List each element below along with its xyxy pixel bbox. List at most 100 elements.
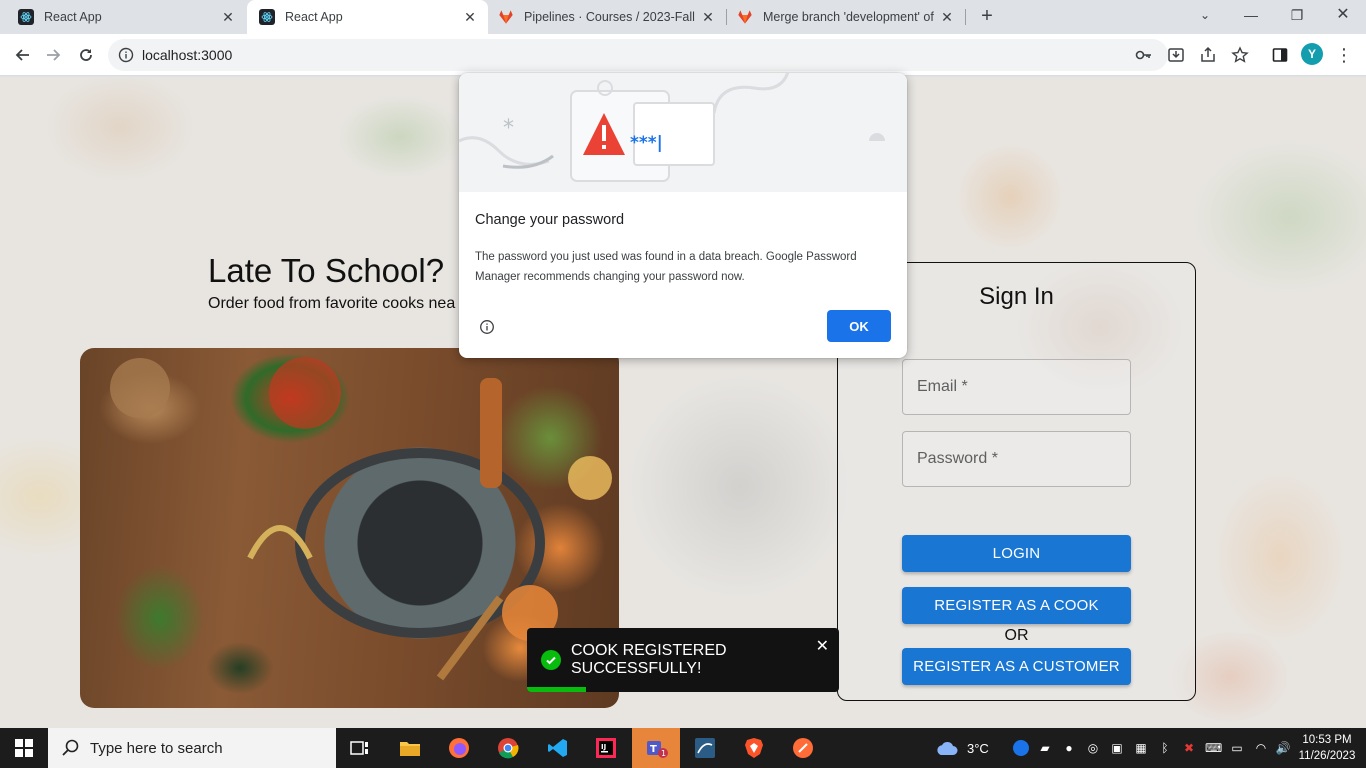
close-tab-icon[interactable]: ✕	[937, 9, 957, 26]
tray-app-icon[interactable]	[1013, 740, 1029, 756]
tab-react-app-1[interactable]: React App ✕	[0, 0, 246, 34]
password-breach-illustration: * ***|	[459, 73, 907, 192]
gitlab-icon	[737, 9, 753, 25]
svg-text:*: *	[503, 116, 514, 141]
tray-teams-icon[interactable]: ●	[1061, 740, 1077, 756]
close-window-button[interactable]: ✕	[1320, 0, 1366, 34]
site-info-icon[interactable]	[118, 47, 134, 63]
side-panel-icon[interactable]	[1270, 45, 1290, 65]
wifi-icon[interactable]: ◠	[1253, 740, 1269, 756]
tab-title: React App	[285, 10, 343, 24]
tab-title: Pipelines · Courses / 2023-Fall /	[524, 10, 698, 24]
register-customer-button[interactable]: REGISTER AS A CUSTOMER	[902, 648, 1131, 685]
postman-icon[interactable]	[779, 728, 827, 768]
tray-display-icon[interactable]: ▣	[1109, 740, 1125, 756]
weather-widget[interactable]: 3°C	[935, 728, 989, 768]
svg-text:T: T	[650, 744, 657, 755]
tray-sync-icon[interactable]: ◎	[1085, 740, 1101, 756]
register-cook-button[interactable]: REGISTER AS A COOK	[902, 587, 1131, 624]
reload-icon	[80, 49, 92, 61]
tab-title: React App	[44, 10, 102, 24]
cloud-icon	[937, 741, 958, 755]
svg-text:1: 1	[661, 749, 666, 758]
volume-icon[interactable]: 🔊	[1275, 740, 1291, 756]
profile-avatar[interactable]: Y	[1301, 43, 1323, 65]
forward-button[interactable]	[40, 41, 68, 69]
clock-date: 11/26/2023	[1298, 750, 1356, 762]
tab-react-app-2[interactable]: React App ✕	[247, 0, 488, 34]
share-icon[interactable]	[1198, 45, 1218, 65]
toast-message: COOK REGISTERED SUCCESSFULLY!	[571, 642, 727, 677]
svg-text:IJ: IJ	[601, 743, 606, 751]
firefox-icon[interactable]	[435, 728, 483, 768]
taskbar-clock[interactable]: 10:53 PM 11/26/2023	[1296, 732, 1358, 764]
hero-title: Late To School?	[208, 252, 445, 289]
reload-button[interactable]	[72, 41, 100, 69]
tray-security-icon[interactable]: ▦	[1133, 740, 1149, 756]
battery-icon[interactable]: ▭	[1229, 740, 1245, 756]
back-button[interactable]	[8, 41, 36, 69]
toast-progress-bar	[527, 687, 587, 692]
tab-separator	[965, 9, 966, 25]
tray-keyboard-icon[interactable]: ⌨	[1205, 740, 1222, 756]
weather-temp: 3°C	[967, 740, 989, 756]
ok-button[interactable]: OK	[827, 310, 891, 342]
restore-button[interactable]: ❐	[1274, 0, 1320, 34]
dialog-body: The password you just used was found in …	[475, 251, 857, 283]
teams-icon[interactable]: T1	[632, 728, 680, 768]
info-icon[interactable]	[479, 319, 495, 335]
close-tab-icon[interactable]: ✕	[218, 9, 238, 26]
browser-toolbar: localhost:3000 Y ⋮	[0, 34, 1366, 76]
react-icon	[18, 9, 34, 25]
tab-merge-branch[interactable]: Merge branch 'development' of ✕	[727, 0, 965, 34]
dialog-title: Change your password	[475, 212, 625, 228]
gitlab-icon	[498, 9, 514, 25]
tab-search-icon[interactable]: ⌄	[1182, 0, 1228, 34]
bluetooth-icon[interactable]: ᛒ	[1157, 740, 1173, 756]
windows-logo-icon	[15, 739, 33, 757]
clock-time: 10:53 PM	[1302, 734, 1352, 746]
back-arrow-icon	[15, 49, 29, 61]
password-breach-dialog: * ***| Change your password The password…	[459, 73, 907, 358]
password-label: Password *	[917, 450, 998, 467]
windows-taskbar: Type here to search IJ T1 3°C ▰ ● ◎ ▣ ▦ …	[0, 728, 1366, 768]
file-explorer-icon[interactable]	[386, 728, 434, 768]
install-app-icon[interactable]	[1166, 45, 1186, 65]
or-divider-text: OR	[1004, 627, 1029, 644]
start-button[interactable]	[0, 728, 48, 768]
minimize-button[interactable]: —	[1228, 0, 1274, 34]
taskbar-search[interactable]: Type here to search	[48, 728, 336, 768]
password-field[interactable]: Password *	[902, 431, 1131, 487]
email-label: Email *	[917, 378, 968, 395]
vscode-icon[interactable]	[534, 728, 582, 768]
tray-alert-icon[interactable]: ✖	[1181, 740, 1197, 756]
menu-kebab-icon[interactable]: ⋮	[1334, 45, 1354, 65]
search-placeholder: Type here to search	[90, 739, 223, 757]
chrome-icon[interactable]	[484, 728, 532, 768]
email-field[interactable]: Email *	[902, 359, 1131, 415]
brave-icon[interactable]	[730, 728, 778, 768]
tab-strip: React App ✕ React App ✕ Pipelines · Cour…	[0, 0, 1366, 34]
task-view-icon[interactable]	[336, 728, 384, 768]
tray-network-icon[interactable]: ▰	[1037, 740, 1053, 756]
login-button[interactable]: LOGIN	[902, 535, 1131, 572]
hero-subtitle: Order food from favorite cooks nea	[208, 295, 456, 312]
password-key-icon[interactable]	[1134, 45, 1154, 65]
address-bar[interactable]: localhost:3000	[108, 39, 1168, 71]
react-icon	[259, 9, 275, 25]
new-tab-button[interactable]: +	[976, 6, 998, 28]
masked-password-text: ***|	[630, 133, 663, 153]
toast-close-icon[interactable]: ✕	[816, 636, 829, 656]
check-circle-icon	[541, 650, 561, 670]
success-toast: COOK REGISTERED SUCCESSFULLY! ✕	[527, 628, 839, 692]
tab-pipelines[interactable]: Pipelines · Courses / 2023-Fall / ✕	[488, 0, 726, 34]
search-icon	[62, 739, 79, 756]
mysql-workbench-icon[interactable]	[681, 728, 729, 768]
intellij-icon[interactable]: IJ	[582, 728, 630, 768]
close-tab-icon[interactable]: ✕	[460, 9, 480, 26]
bookmark-star-icon[interactable]	[1230, 45, 1250, 65]
forward-arrow-icon	[47, 49, 61, 61]
url-text: localhost:3000	[142, 47, 233, 63]
close-tab-icon[interactable]: ✕	[698, 9, 718, 26]
tab-title: Merge branch 'development' of	[763, 10, 934, 24]
